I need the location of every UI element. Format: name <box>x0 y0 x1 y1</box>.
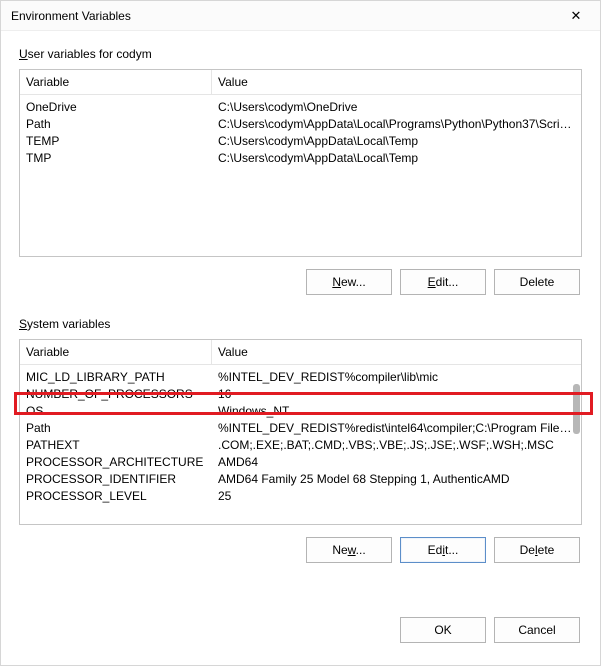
row-variable: PATHEXT <box>20 438 212 452</box>
user-variables-listbox[interactable]: Variable Value OneDriveC:\Users\codym\On… <box>19 69 582 257</box>
cancel-button[interactable]: Cancel <box>494 617 580 643</box>
row-variable: Path <box>20 117 212 131</box>
row-value: 25 <box>212 489 581 503</box>
table-row[interactable]: OSWindows_NT <box>20 403 581 420</box>
env-variables-dialog: Environment Variables ✕ User variables f… <box>0 0 601 666</box>
user-rows: OneDriveC:\Users\codym\OneDrivePathC:\Us… <box>20 95 581 245</box>
row-variable: OneDrive <box>20 100 212 114</box>
row-variable: MIC_LD_LIBRARY_PATH <box>20 370 212 384</box>
system-rows: MIC_LD_LIBRARY_PATH%INTEL_DEV_REDIST%com… <box>20 365 581 521</box>
system-list-header: Variable Value <box>20 340 581 365</box>
row-variable: PROCESSOR_IDENTIFIER <box>20 472 212 486</box>
dialog-content: User variables for codym Variable Value … <box>1 31 600 603</box>
titlebar: Environment Variables ✕ <box>1 1 600 31</box>
row-value: C:\Users\codym\AppData\Local\Temp <box>212 151 581 165</box>
table-row[interactable]: TEMPC:\Users\codym\AppData\Local\Temp <box>20 133 581 150</box>
user-variables-label: User variables for codym <box>19 47 152 61</box>
ok-button[interactable]: OK <box>400 617 486 643</box>
scrollbar[interactable] <box>571 374 580 524</box>
system-header-variable[interactable]: Variable <box>20 340 212 364</box>
row-value: AMD64 Family 25 Model 68 Stepping 1, Aut… <box>212 472 581 486</box>
user-header-value[interactable]: Value <box>212 70 581 94</box>
system-header-value[interactable]: Value <box>212 340 581 364</box>
table-row[interactable]: NUMBER_OF_PROCESSORS16 <box>20 386 581 403</box>
row-value: AMD64 <box>212 455 581 469</box>
user-list-header: Variable Value <box>20 70 581 95</box>
system-variables-listbox[interactable]: Variable Value MIC_LD_LIBRARY_PATH%INTEL… <box>19 339 582 525</box>
table-row[interactable]: TMPC:\Users\codym\AppData\Local\Temp <box>20 150 581 167</box>
row-variable: NUMBER_OF_PROCESSORS <box>20 387 212 401</box>
user-variables-section: User variables for codym Variable Value … <box>19 47 582 295</box>
scrollbar-thumb[interactable] <box>573 384 580 434</box>
row-variable: OS <box>20 404 212 418</box>
row-value: C:\Users\codym\AppData\Local\Temp <box>212 134 581 148</box>
user-delete-button[interactable]: Delete <box>494 269 580 295</box>
row-value: 16 <box>212 387 581 401</box>
table-row[interactable]: PROCESSOR_ARCHITECTUREAMD64 <box>20 454 581 471</box>
row-value: %INTEL_DEV_REDIST%compiler\lib\mic <box>212 370 581 384</box>
table-row[interactable]: PathC:\Users\codym\AppData\Local\Program… <box>20 116 581 133</box>
table-row[interactable]: PROCESSOR_LEVEL25 <box>20 488 581 505</box>
row-variable: TMP <box>20 151 212 165</box>
dialog-button-row: OK Cancel <box>1 603 600 665</box>
close-icon[interactable]: ✕ <box>554 2 598 30</box>
row-value: %INTEL_DEV_REDIST%redist\intel64\compile… <box>212 421 581 435</box>
system-delete-button[interactable]: Delete <box>494 537 580 563</box>
table-row[interactable]: OneDriveC:\Users\codym\OneDrive <box>20 99 581 116</box>
system-edit-button[interactable]: Edit... <box>400 537 486 563</box>
row-variable: PROCESSOR_ARCHITECTURE <box>20 455 212 469</box>
row-variable: TEMP <box>20 134 212 148</box>
window-title: Environment Variables <box>11 9 554 23</box>
user-header-variable[interactable]: Variable <box>20 70 212 94</box>
user-button-row: New... Edit... Delete <box>19 269 582 295</box>
system-new-button[interactable]: New... <box>306 537 392 563</box>
system-variables-label: System variables <box>19 317 110 331</box>
row-value: Windows_NT <box>212 404 581 418</box>
row-value: C:\Users\codym\AppData\Local\Programs\Py… <box>212 117 581 131</box>
system-variables-section: System variables Variable Value MIC_LD_L… <box>19 317 582 563</box>
system-button-row: New... Edit... Delete <box>19 537 582 563</box>
row-variable: Path <box>20 421 212 435</box>
table-row[interactable]: PATHEXT.COM;.EXE;.BAT;.CMD;.VBS;.VBE;.JS… <box>20 437 581 454</box>
row-value: C:\Users\codym\OneDrive <box>212 100 581 114</box>
user-new-button[interactable]: New... <box>306 269 392 295</box>
table-row[interactable]: Path%INTEL_DEV_REDIST%redist\intel64\com… <box>20 420 581 437</box>
user-edit-button[interactable]: Edit... <box>400 269 486 295</box>
table-row[interactable]: MIC_LD_LIBRARY_PATH%INTEL_DEV_REDIST%com… <box>20 369 581 386</box>
row-variable: PROCESSOR_LEVEL <box>20 489 212 503</box>
row-value: .COM;.EXE;.BAT;.CMD;.VBS;.VBE;.JS;.JSE;.… <box>212 438 581 452</box>
table-row[interactable]: PROCESSOR_IDENTIFIERAMD64 Family 25 Mode… <box>20 471 581 488</box>
